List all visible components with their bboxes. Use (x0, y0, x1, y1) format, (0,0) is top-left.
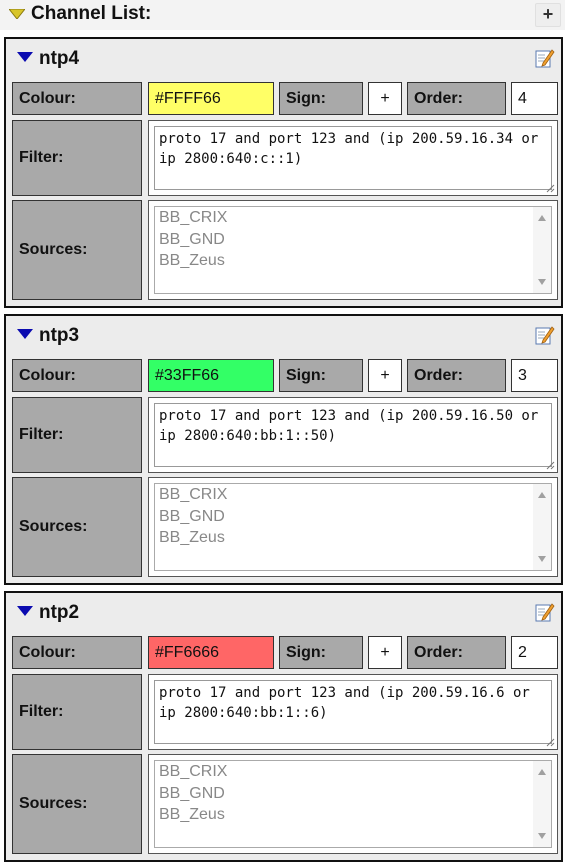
scroll-down-icon[interactable] (538, 833, 546, 839)
channel-title[interactable]: ntp2 (17, 602, 79, 624)
colour-label: Colour: (12, 359, 142, 392)
filter-textarea[interactable]: proto 17 and port 123 and (ip 200.59.16.… (154, 680, 552, 744)
sign-label: Sign: (279, 636, 363, 669)
channel-name: ntp3 (39, 325, 80, 346)
source-option[interactable]: BB_CRIX (155, 761, 551, 783)
colour-field[interactable]: #33FF66 (148, 359, 274, 392)
source-option[interactable]: BB_Zeus (155, 804, 551, 826)
order-label: Order: (407, 359, 506, 392)
source-option[interactable]: BB_Zeus (155, 527, 551, 549)
sources-listbox[interactable]: BB_CRIX BB_GND BB_Zeus (154, 760, 552, 848)
channel-name: ntp4 (39, 48, 80, 69)
filter-container: proto 17 and port 123 and (ip 200.59.16.… (148, 120, 558, 196)
scrollbar[interactable] (533, 761, 551, 847)
channel-list-header: Channel List: + (0, 0, 565, 30)
scroll-up-icon[interactable] (538, 215, 546, 221)
scrollbar[interactable] (533, 484, 551, 570)
sign-field[interactable]: + (368, 636, 402, 669)
filter-label: Filter: (12, 674, 142, 750)
sources-container: BB_CRIX BB_GND BB_Zeus (148, 200, 558, 300)
add-channel-button[interactable]: + (535, 3, 561, 27)
source-option[interactable]: BB_Zeus (155, 250, 551, 272)
channel-list-title: Channel List: (31, 3, 152, 24)
channel-title[interactable]: ntp3 (17, 325, 79, 347)
sign-label: Sign: (279, 359, 363, 392)
collapse-triangle-icon[interactable] (9, 9, 25, 19)
edit-icon[interactable] (535, 325, 555, 345)
order-label: Order: (407, 636, 506, 669)
channel-panel: ntp2 Colour: #FF6666 Sign: + Order: 2 Fi… (4, 591, 563, 862)
sources-label: Sources: (12, 754, 142, 854)
colour-field[interactable]: #FFFF66 (148, 82, 274, 115)
expand-triangle-icon[interactable] (17, 52, 33, 62)
source-option[interactable]: BB_GND (155, 506, 551, 528)
colour-label: Colour: (12, 636, 142, 669)
scroll-down-icon[interactable] (538, 279, 546, 285)
filter-textarea[interactable]: proto 17 and port 123 and (ip 200.59.16.… (154, 126, 552, 190)
sign-field[interactable]: + (368, 82, 402, 115)
order-field[interactable]: 2 (511, 636, 558, 669)
channel-panel: ntp3 Colour: #33FF66 Sign: + Order: 3 Fi… (4, 314, 563, 585)
channel-panel: ntp4 Colour: #FFFF66 Sign: + Order: 4 Fi… (4, 37, 563, 308)
filter-container: proto 17 and port 123 and (ip 200.59.16.… (148, 397, 558, 473)
resize-handle-icon[interactable] (546, 738, 555, 747)
channel-name: ntp2 (39, 602, 80, 623)
colour-label: Colour: (12, 82, 142, 115)
filter-label: Filter: (12, 120, 142, 196)
order-field[interactable]: 4 (511, 82, 558, 115)
scrollbar[interactable] (533, 207, 551, 293)
edit-icon[interactable] (535, 48, 555, 68)
source-option[interactable]: BB_GND (155, 783, 551, 805)
sources-label: Sources: (12, 200, 142, 300)
colour-field[interactable]: #FF6666 (148, 636, 274, 669)
sources-container: BB_CRIX BB_GND BB_Zeus (148, 477, 558, 577)
scroll-down-icon[interactable] (538, 556, 546, 562)
filter-label: Filter: (12, 397, 142, 473)
edit-icon[interactable] (535, 602, 555, 622)
sources-container: BB_CRIX BB_GND BB_Zeus (148, 754, 558, 854)
resize-handle-icon[interactable] (546, 461, 555, 470)
channel-title[interactable]: ntp4 (17, 48, 79, 70)
resize-handle-icon[interactable] (546, 184, 555, 193)
expand-triangle-icon[interactable] (17, 329, 33, 339)
scroll-up-icon[interactable] (538, 492, 546, 498)
source-option[interactable]: BB_CRIX (155, 207, 551, 229)
order-field[interactable]: 3 (511, 359, 558, 392)
source-option[interactable]: BB_CRIX (155, 484, 551, 506)
sources-label: Sources: (12, 477, 142, 577)
sources-listbox[interactable]: BB_CRIX BB_GND BB_Zeus (154, 483, 552, 571)
order-label: Order: (407, 82, 506, 115)
filter-container: proto 17 and port 123 and (ip 200.59.16.… (148, 674, 558, 750)
sign-label: Sign: (279, 82, 363, 115)
scroll-up-icon[interactable] (538, 769, 546, 775)
expand-triangle-icon[interactable] (17, 606, 33, 616)
filter-textarea[interactable]: proto 17 and port 123 and (ip 200.59.16.… (154, 403, 552, 467)
sign-field[interactable]: + (368, 359, 402, 392)
source-option[interactable]: BB_GND (155, 229, 551, 251)
sources-listbox[interactable]: BB_CRIX BB_GND BB_Zeus (154, 206, 552, 294)
